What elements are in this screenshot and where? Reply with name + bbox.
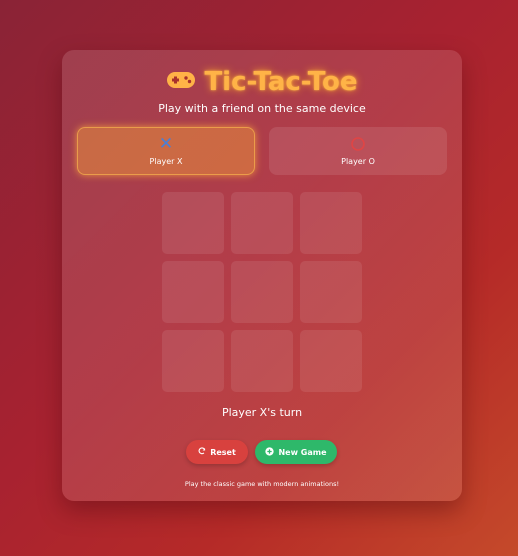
board-cell-2[interactable] — [231, 192, 293, 254]
circle-mark-icon — [350, 136, 366, 153]
reset-button[interactable]: Reset — [186, 440, 248, 464]
x-mark-icon: ✕ — [158, 134, 174, 154]
refresh-icon — [198, 447, 206, 457]
gamepad-icon — [166, 70, 196, 94]
page-title: Tic-Tac-Toe — [204, 67, 358, 97]
player-o-label: Player O — [341, 157, 375, 166]
board-cell-3[interactable] — [300, 192, 362, 254]
board-cell-1[interactable] — [162, 192, 224, 254]
player-o-card: Player O — [269, 127, 447, 175]
turn-status: Player X's turn — [221, 406, 303, 419]
footer-text: Play the classic game with modern animat… — [184, 480, 340, 488]
board-cell-8[interactable] — [231, 330, 293, 392]
player-x-label: Player X — [149, 157, 183, 166]
reset-button-label: Reset — [210, 447, 236, 457]
board-cell-5[interactable] — [231, 261, 293, 323]
new-game-button-label: New Game — [278, 447, 327, 457]
player-x-card: ✕ Player X — [77, 127, 255, 175]
board-cell-4[interactable] — [162, 261, 224, 323]
plus-circle-icon — [265, 446, 275, 458]
title-row: Tic-Tac-Toe — [62, 64, 462, 100]
board-cell-9[interactable] — [300, 330, 362, 392]
board-cell-6[interactable] — [300, 261, 362, 323]
subtitle: Play with a friend on the same device — [158, 102, 366, 115]
new-game-button[interactable]: New Game — [255, 440, 337, 464]
game-card: Tic-Tac-Toe Play with a friend on the sa… — [62, 50, 462, 501]
game-board — [162, 192, 362, 392]
board-cell-7[interactable] — [162, 330, 224, 392]
